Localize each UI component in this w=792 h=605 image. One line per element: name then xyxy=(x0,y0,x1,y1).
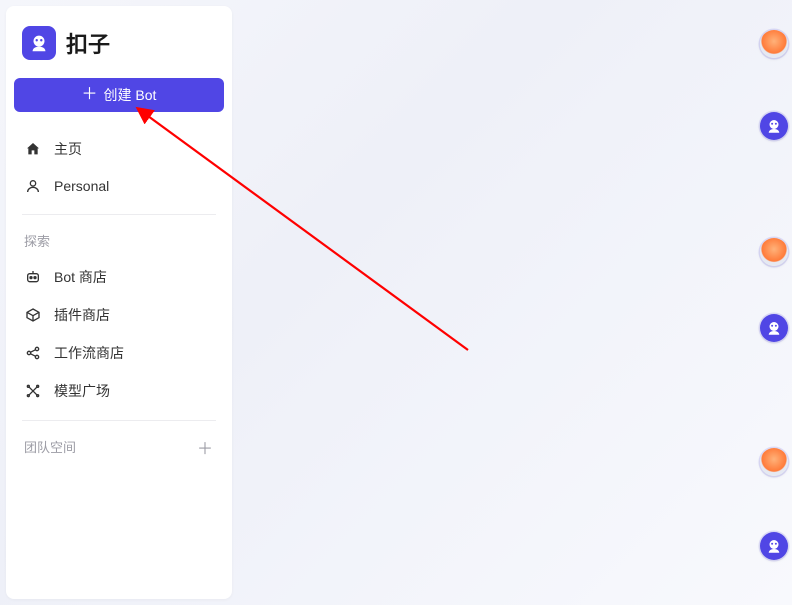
nav-label: Bot 商店 xyxy=(54,267,107,287)
brand-logo-icon xyxy=(22,26,56,60)
user-icon xyxy=(24,177,42,195)
brand: 扣子 xyxy=(14,22,224,78)
nav-workflow-store[interactable]: 工作流商店 xyxy=(14,334,224,372)
nav-bot-store[interactable]: Bot 商店 xyxy=(14,258,224,296)
nav-personal[interactable]: Personal xyxy=(14,168,224,204)
nav-label: Personal xyxy=(54,178,109,194)
sidebar: 扣子 ＋ 创建 Bot 主页 Personal 探索 Bot 商店 插件商店 工… xyxy=(6,6,232,599)
avatar-item[interactable] xyxy=(760,448,788,476)
brand-title: 扣子 xyxy=(66,27,110,59)
nav-label: 工作流商店 xyxy=(54,343,124,363)
section-explore-label: 探索 xyxy=(14,225,224,258)
right-avatar-rail xyxy=(754,0,790,605)
nav-model-plaza[interactable]: 模型广场 xyxy=(14,372,224,410)
home-icon xyxy=(24,140,42,158)
crossed-tools-icon xyxy=(24,382,42,400)
main-canvas xyxy=(240,0,792,605)
avatar-item[interactable] xyxy=(760,532,788,560)
create-bot-button[interactable]: ＋ 创建 Bot xyxy=(14,78,224,112)
avatar-item[interactable] xyxy=(760,30,788,58)
nav-home[interactable]: 主页 xyxy=(14,130,224,168)
create-bot-label: 创建 Bot xyxy=(104,85,157,105)
nav-plugin-store[interactable]: 插件商店 xyxy=(14,296,224,334)
add-team-button[interactable]: ＋ xyxy=(196,438,214,456)
share-icon xyxy=(24,344,42,362)
avatar-item[interactable] xyxy=(760,112,788,140)
plus-icon: ＋ xyxy=(82,87,98,103)
team-space-label: 团队空间 xyxy=(24,437,76,456)
cube-icon xyxy=(24,306,42,324)
team-space-header: 团队空间 ＋ xyxy=(14,431,224,462)
nav-label: 主页 xyxy=(54,139,82,159)
bot-icon xyxy=(24,268,42,286)
nav-label: 插件商店 xyxy=(54,305,110,325)
avatar-item[interactable] xyxy=(760,314,788,342)
nav-label: 模型广场 xyxy=(54,381,110,401)
divider xyxy=(22,214,216,215)
avatar-item[interactable] xyxy=(760,238,788,266)
divider xyxy=(22,420,216,421)
